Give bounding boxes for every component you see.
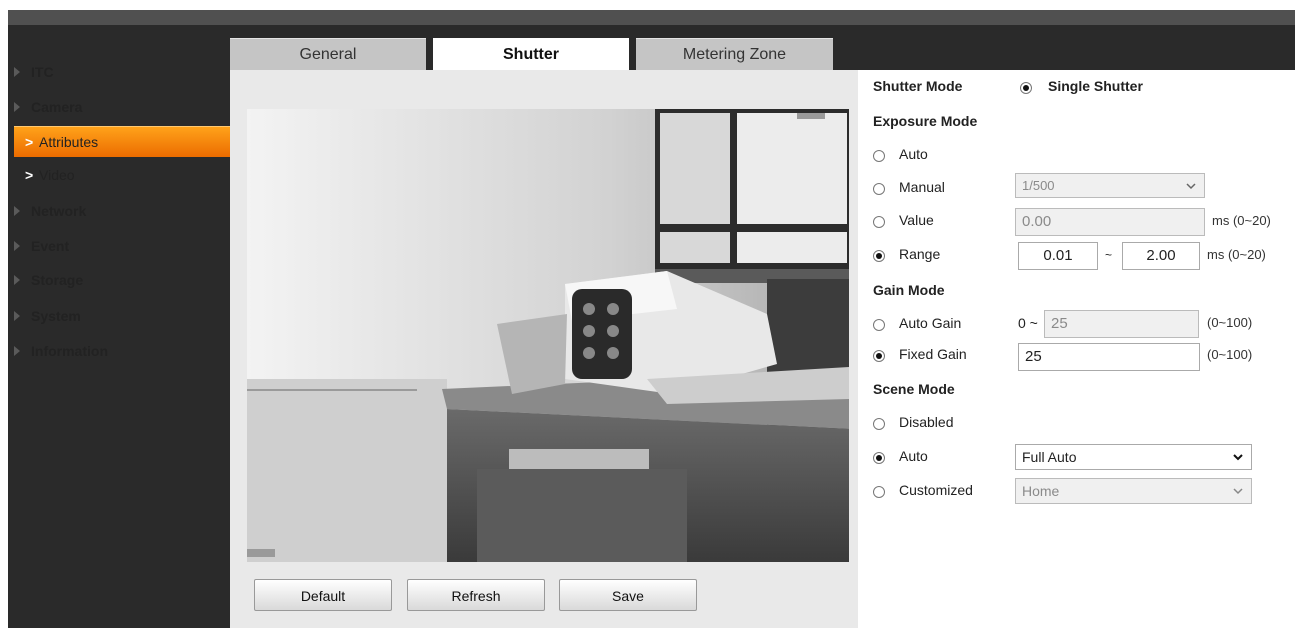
tab-shutter[interactable]: Shutter — [433, 38, 629, 71]
range-unit: ms (0~20) — [1207, 247, 1266, 262]
exposure-value-radio[interactable] — [873, 216, 885, 228]
scene-disabled-label: Disabled — [899, 414, 954, 430]
auto-gain-label: Auto Gain — [899, 315, 962, 331]
sidebar-item-label: ITC — [31, 64, 54, 80]
exposure-mode-title: Exposure Mode — [873, 113, 978, 129]
sidebar-item-storage[interactable]: Storage — [8, 265, 230, 295]
scene-customized-label: Customized — [899, 482, 973, 498]
exposure-value-input[interactable]: 0.00 — [1015, 208, 1205, 236]
default-button[interactable]: Default — [254, 579, 392, 611]
single-shutter-label: Single Shutter — [1048, 78, 1143, 94]
collapse-arrow-icon — [14, 311, 20, 321]
sidebar-item-system[interactable]: System — [8, 301, 230, 331]
sidebar-item-label: Information — [31, 343, 108, 359]
collapse-arrow-icon — [14, 67, 20, 77]
tab-general[interactable]: General — [230, 38, 426, 71]
chevron-down-icon — [1186, 183, 1196, 190]
scene-auto-radio[interactable] — [873, 452, 885, 464]
range-min-input[interactable]: 0.01 — [1018, 242, 1098, 270]
save-button[interactable]: Save — [559, 579, 697, 611]
scene-auto-value: Full Auto — [1022, 449, 1077, 465]
tab-metering-zone[interactable]: Metering Zone — [636, 38, 833, 71]
single-shutter-radio[interactable] — [1020, 82, 1032, 94]
video-preview — [247, 109, 849, 562]
sidebar-item-camera[interactable]: Camera — [8, 92, 230, 122]
sidebar-item-itc[interactable]: ITC — [8, 57, 230, 87]
shutter-mode-label: Shutter Mode — [873, 78, 963, 94]
sidebar-item-label: System — [31, 308, 81, 324]
manual-shutter-select[interactable]: 1/500 — [1015, 173, 1205, 198]
sidebar-item-label: Video — [39, 167, 75, 183]
chevron-right-icon: > — [25, 167, 34, 183]
fixed-gain-unit: (0~100) — [1207, 347, 1253, 362]
exposure-range-radio[interactable] — [873, 250, 885, 262]
chevron-down-icon — [1233, 454, 1243, 461]
sidebar: ITC Camera > Attributes > Video Network … — [8, 25, 232, 628]
sidebar-item-network[interactable]: Network — [8, 196, 230, 226]
auto-gain-unit: (0~100) — [1207, 315, 1253, 330]
camera-scene-image — [247, 109, 849, 562]
scene-customized-radio[interactable] — [873, 486, 885, 498]
exposure-auto-label: Auto — [899, 146, 928, 162]
sidebar-item-information[interactable]: Information — [8, 336, 230, 366]
fixed-gain-radio[interactable] — [873, 350, 885, 362]
scene-auto-label: Auto — [899, 448, 928, 464]
range-separator: ~ — [1105, 248, 1113, 262]
chevron-right-icon: > — [25, 134, 34, 150]
auto-gain-prefix: 0 ~ — [1018, 315, 1038, 331]
manual-shutter-value: 1/500 — [1022, 178, 1055, 193]
refresh-button[interactable]: Refresh — [407, 579, 545, 611]
collapse-arrow-icon — [14, 206, 20, 216]
exposure-manual-radio[interactable] — [873, 183, 885, 195]
top-bar — [8, 10, 1295, 25]
exposure-value-label: Value — [899, 212, 934, 228]
exposure-manual-label: Manual — [899, 179, 945, 195]
scene-mode-title: Scene Mode — [873, 381, 955, 397]
fixed-gain-label: Fixed Gain — [899, 346, 967, 362]
range-max-input[interactable]: 2.00 — [1122, 242, 1200, 270]
sidebar-item-label: Network — [31, 203, 87, 219]
collapse-arrow-icon — [14, 102, 20, 112]
sidebar-item-label: Storage — [31, 272, 84, 288]
scene-disabled-radio[interactable] — [873, 418, 885, 430]
exposure-value-unit: ms (0~20) — [1212, 213, 1271, 228]
gain-mode-title: Gain Mode — [873, 282, 945, 298]
auto-gain-radio[interactable] — [873, 319, 885, 331]
exposure-range-label: Range — [899, 246, 941, 262]
chevron-down-icon — [1233, 488, 1243, 495]
scene-customized-select[interactable]: Home — [1015, 478, 1252, 504]
sidebar-item-label: Camera — [31, 99, 83, 115]
sidebar-item-label: Attributes — [39, 134, 99, 150]
sidebar-item-event[interactable]: Event — [8, 231, 230, 261]
sidebar-item-video[interactable]: > Video — [14, 160, 232, 190]
collapse-arrow-icon — [14, 241, 20, 251]
sidebar-item-attributes[interactable]: > Attributes — [14, 126, 232, 157]
sidebar-item-label: Event — [31, 238, 70, 254]
collapse-arrow-icon — [14, 346, 20, 356]
fixed-gain-input[interactable]: 25 — [1018, 343, 1200, 371]
scene-auto-select[interactable]: Full Auto — [1015, 444, 1252, 470]
collapse-arrow-icon — [14, 275, 20, 285]
auto-gain-input[interactable]: 25 — [1044, 310, 1199, 338]
scene-customized-value: Home — [1022, 483, 1060, 499]
exposure-auto-radio[interactable] — [873, 150, 885, 162]
